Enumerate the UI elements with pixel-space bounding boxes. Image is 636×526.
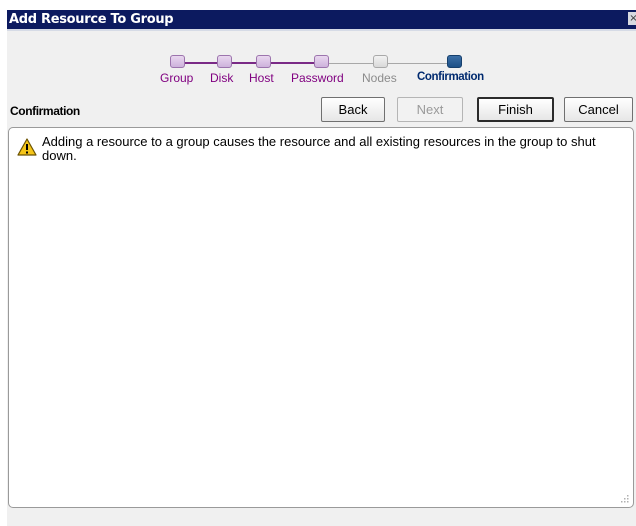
step-node-disk (217, 55, 232, 68)
resize-grip-icon[interactable] (619, 493, 629, 503)
warning-message: Adding a resource to a group causes the … (42, 134, 596, 163)
step-connector (270, 62, 318, 64)
step-label-host[interactable]: Host (249, 71, 274, 85)
step-connector (328, 63, 378, 64)
step-connector (388, 63, 450, 64)
warning-icon (17, 138, 37, 156)
step-node-host (256, 55, 271, 68)
step-label-group[interactable]: Group (160, 71, 193, 85)
step-label-nodes: Nodes (362, 71, 397, 85)
title-bar[interactable]: Add Resource To Group × (7, 10, 636, 31)
cancel-button[interactable]: Cancel (564, 97, 633, 122)
close-icon[interactable]: × (628, 12, 636, 25)
back-button[interactable]: Back (321, 97, 385, 122)
finish-button[interactable]: Finish (477, 97, 554, 122)
add-resource-dialog: Add Resource To Group × Group Disk Host … (7, 10, 636, 526)
step-label-disk[interactable]: Disk (210, 71, 233, 85)
next-button: Next (397, 97, 463, 122)
window-title: Add Resource To Group (9, 12, 174, 27)
step-node-nodes (373, 55, 388, 68)
wizard-progress: Group Disk Host Password Nodes Confirmat… (7, 31, 636, 95)
step-node-password (314, 55, 329, 68)
step-label-confirmation: Confirmation (417, 71, 484, 83)
step-node-group (170, 55, 185, 68)
step-label-password[interactable]: Password (291, 71, 344, 85)
page-title: Confirmation (10, 104, 80, 118)
confirmation-panel: Adding a resource to a group causes the … (8, 127, 634, 508)
step-node-confirmation (447, 55, 462, 68)
